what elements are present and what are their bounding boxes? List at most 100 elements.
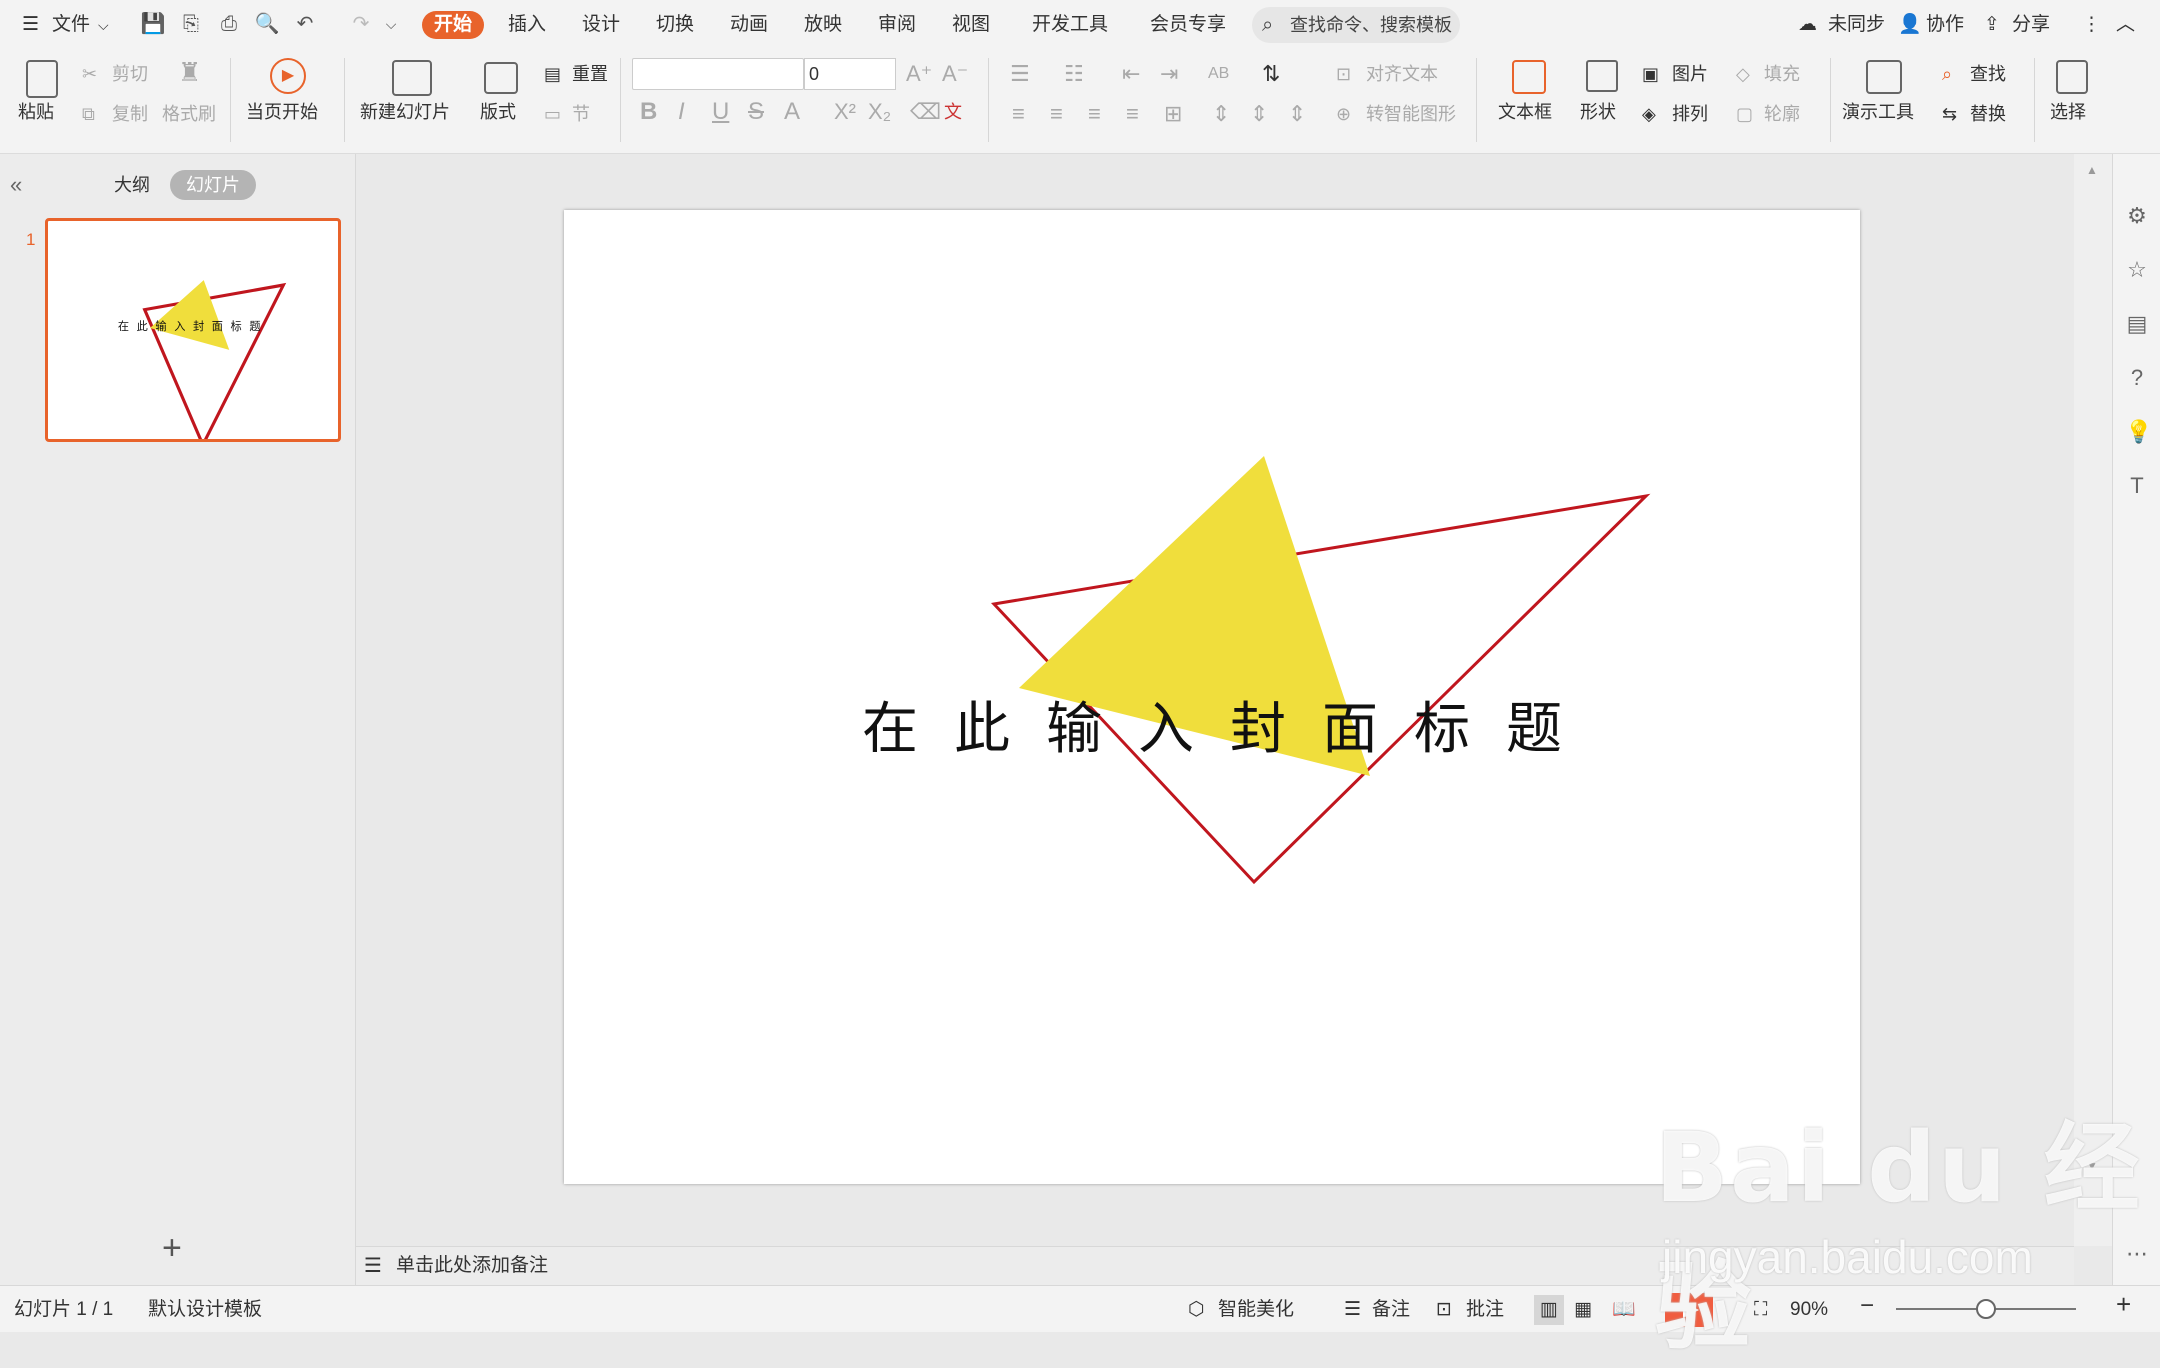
align-text-icon[interactable]: ⊡ xyxy=(1336,62,1351,86)
replace-icon[interactable]: ⇆ xyxy=(1942,102,1957,126)
distribute-icon[interactable]: ⊞ xyxy=(1164,102,1182,126)
beautify-icon[interactable]: ⬡ xyxy=(1188,1298,1205,1322)
superscript-icon[interactable]: X² xyxy=(834,100,856,124)
collab-icon[interactable]: 👤 xyxy=(1898,11,1922,39)
fill-icon[interactable]: ◇ xyxy=(1736,62,1750,86)
collapse-ribbon-icon[interactable]: ︿ xyxy=(2116,11,2135,39)
decrease-indent-icon[interactable]: ⇤ xyxy=(1122,62,1140,86)
share-button[interactable]: 分享 xyxy=(2012,11,2050,39)
notes-toggle-icon[interactable]: ☰ xyxy=(1344,1298,1361,1322)
tab-member[interactable]: 会员专享 xyxy=(1150,11,1226,39)
save-icon[interactable]: 💾 xyxy=(140,11,166,37)
format-painter-button[interactable]: 格式刷 xyxy=(162,102,216,126)
reset-icon[interactable]: ▤ xyxy=(544,62,561,86)
shape-button[interactable]: 形状 xyxy=(1580,100,1616,124)
arrange-icon[interactable]: ◈ xyxy=(1642,102,1656,126)
tab-view[interactable]: 视图 xyxy=(952,11,990,39)
outline-icon[interactable]: ▢ xyxy=(1736,102,1753,126)
para-after-icon[interactable]: ⇕ xyxy=(1288,102,1306,126)
add-slide-button[interactable]: + xyxy=(162,1231,182,1265)
present-tools-icon[interactable] xyxy=(1866,60,1902,94)
command-search[interactable]: ⌕ 查找命令、搜索模板 xyxy=(1252,7,1460,43)
slides-icon[interactable]: ▤ xyxy=(2125,312,2149,336)
normal-view-icon[interactable]: ▥ xyxy=(1534,1295,1564,1325)
italic-icon[interactable]: I xyxy=(678,100,685,124)
section-icon[interactable]: ▭ xyxy=(544,102,561,126)
layout-icon[interactable] xyxy=(484,62,518,94)
tab-design[interactable]: 设计 xyxy=(582,11,620,39)
phonetic-icon[interactable]: 文 xyxy=(944,100,962,124)
underline-icon[interactable]: U xyxy=(712,100,729,124)
tab-developer[interactable]: 开发工具 xyxy=(1032,11,1108,39)
play-icon[interactable]: ▶ xyxy=(270,58,306,94)
shape-icon[interactable] xyxy=(1586,60,1618,92)
copy-button[interactable]: 复制 xyxy=(112,102,148,126)
reset-button[interactable]: 重置 xyxy=(572,62,608,86)
font-family-select[interactable] xyxy=(632,58,804,90)
textbox-button[interactable]: 文本框 xyxy=(1498,100,1552,124)
smart-shape-icon[interactable]: ⊕ xyxy=(1336,102,1351,126)
grow-font-icon[interactable]: A⁺ xyxy=(906,62,932,86)
print-icon[interactable]: ⎙ xyxy=(216,11,242,37)
align-left-icon[interactable]: ≡ xyxy=(1012,102,1025,126)
bullet-list-icon[interactable]: ☰ xyxy=(1010,62,1030,86)
tab-slideshow[interactable]: 放映 xyxy=(804,11,842,39)
section-button[interactable]: 节 xyxy=(572,102,590,126)
scroll-up-icon[interactable]: ▲ xyxy=(2086,158,2098,182)
replace-button[interactable]: 替换 xyxy=(1970,102,2006,126)
template-name[interactable]: 默认设计模板 xyxy=(148,1298,262,1322)
vertical-scrollbar[interactable]: ▲ ▼ xyxy=(2074,154,2112,1246)
increase-indent-icon[interactable]: ⇥ xyxy=(1160,62,1178,86)
paste-button[interactable]: 粘贴 xyxy=(18,100,54,124)
print-preview-icon[interactable]: 🔍 xyxy=(254,11,280,37)
strike-icon[interactable]: S xyxy=(748,100,764,124)
paste-icon[interactable] xyxy=(26,60,58,98)
tab-outline[interactable]: 大纲 xyxy=(114,170,150,200)
export-icon[interactable]: ⎘ xyxy=(178,11,204,37)
find-button[interactable]: 查找 xyxy=(1970,62,2006,86)
slide-thumbnail[interactable]: 在此输入封面标题 xyxy=(45,218,341,449)
numbered-list-icon[interactable]: ☷ xyxy=(1064,62,1084,86)
picture-button[interactable]: 图片 xyxy=(1672,62,1708,86)
notes-toggle-button[interactable]: 备注 xyxy=(1372,1298,1410,1322)
tab-review[interactable]: 审阅 xyxy=(878,11,916,39)
properties-icon[interactable]: ⚙ xyxy=(2125,204,2149,228)
comment-icon[interactable]: ⊡ xyxy=(1436,1298,1452,1322)
font-color-icon[interactable]: A xyxy=(784,100,800,124)
redo-icon[interactable]: ↷ xyxy=(348,11,374,37)
sorter-view-icon[interactable]: ▦ xyxy=(1574,1298,1592,1322)
col-spacing-icon[interactable]: ⇕ xyxy=(1212,102,1230,126)
align-center-icon[interactable]: ≡ xyxy=(1050,102,1063,126)
font-size-select[interactable]: 0 xyxy=(804,58,896,90)
tab-transition[interactable]: 切换 xyxy=(656,11,694,39)
slide-title[interactable]: 在此输入封面标题 xyxy=(564,684,1860,765)
align-right-icon[interactable]: ≡ xyxy=(1088,102,1101,126)
cloud-icon[interactable]: ☁ xyxy=(1798,11,1817,39)
beautify-button[interactable]: 智能美化 xyxy=(1218,1298,1294,1322)
textbox-icon[interactable] xyxy=(1512,60,1546,94)
text-icon[interactable]: T xyxy=(2125,474,2149,498)
chevron-down-icon[interactable]: ⌵ xyxy=(98,11,109,39)
tab-insert[interactable]: 插入 xyxy=(508,11,546,39)
layout-button[interactable]: 版式 xyxy=(480,100,516,124)
tab-start[interactable]: 开始 xyxy=(422,11,485,39)
subscript-icon[interactable]: X₂ xyxy=(868,100,891,124)
align-text-button[interactable]: 对齐文本 xyxy=(1366,62,1438,86)
line-spacing-icon[interactable]: ⇅ xyxy=(1262,62,1280,86)
copy-icon[interactable]: ⧉ xyxy=(82,102,95,126)
justify-icon[interactable]: ≡ xyxy=(1126,102,1139,126)
present-tools-button[interactable]: 演示工具 xyxy=(1842,100,1914,124)
tab-animation[interactable]: 动画 xyxy=(730,11,768,39)
select-icon[interactable] xyxy=(2056,60,2088,94)
fill-button[interactable]: 填充 xyxy=(1764,62,1800,86)
comment-button[interactable]: 批注 xyxy=(1466,1298,1504,1322)
bold-icon[interactable]: B xyxy=(640,100,657,124)
customize-icon[interactable]: ⌵ xyxy=(378,11,404,37)
cut-icon[interactable]: ✂ xyxy=(82,62,97,86)
undo-icon[interactable]: ↶ xyxy=(292,11,318,37)
star-icon[interactable]: ☆ xyxy=(2125,258,2149,282)
menu-icon[interactable]: ☰ xyxy=(22,11,39,39)
clear-format-icon[interactable]: ⌫ xyxy=(910,100,941,124)
sync-status[interactable]: 未同步 xyxy=(1828,11,1885,39)
find-icon[interactable]: ⌕ xyxy=(1942,62,1952,86)
